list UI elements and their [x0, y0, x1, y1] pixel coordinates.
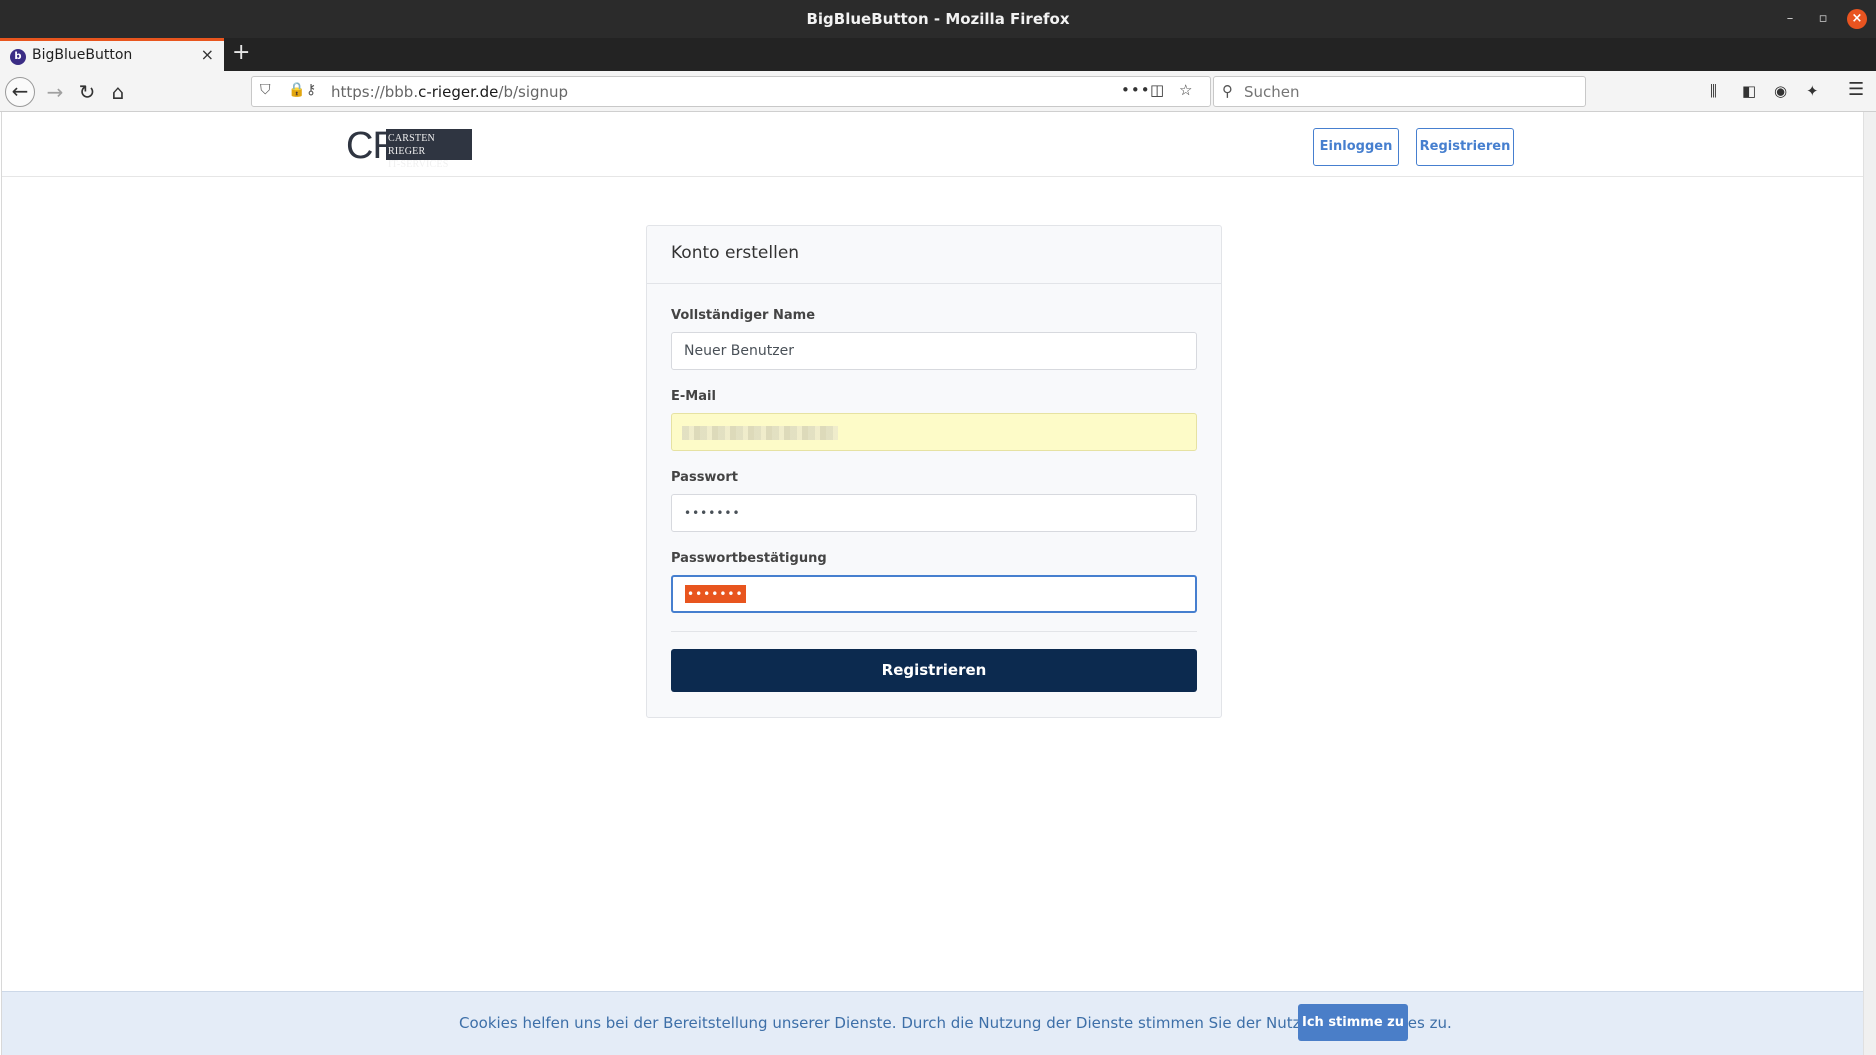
signup-header-button[interactable]: Registrieren — [1416, 128, 1514, 166]
register-submit-button[interactable]: Registrieren — [671, 649, 1197, 692]
page-actions-more-icon[interactable]: ••• — [1121, 81, 1151, 99]
email-label: E-Mail — [671, 389, 716, 404]
bookmark-star-icon[interactable]: ☆ — [1179, 81, 1192, 99]
url-bar[interactable]: ⛉ 🔒 ⚷ https://bbb.c-rieger.de/b/signup •… — [251, 76, 1211, 107]
search-input[interactable] — [1244, 80, 1574, 104]
hamburger-menu-icon[interactable]: ☰ — [1848, 79, 1864, 100]
selected-password-text: ••••••• — [685, 585, 746, 603]
tab-title: BigBlueButton — [32, 47, 133, 63]
extension-icon[interactable]: ✦ — [1806, 82, 1819, 100]
url-text[interactable]: https://bbb.c-rieger.de/b/signup — [331, 83, 568, 101]
signup-card: Konto erstellen Vollständiger Name Neuer… — [646, 225, 1222, 718]
bigbluebutton-favicon-icon: b — [10, 49, 26, 65]
redacted-email-value — [682, 426, 838, 440]
key-icon[interactable]: ⚷ — [306, 82, 316, 98]
close-window-icon[interactable]: × — [1847, 9, 1867, 29]
account-icon[interactable]: ◉ — [1774, 82, 1787, 100]
card-header: Konto erstellen — [647, 226, 1221, 284]
cookie-banner: Cookies helfen uns bei der Bereitstellun… — [2, 991, 1864, 1055]
pocket-icon[interactable]: ◫ — [1150, 81, 1164, 99]
lock-icon[interactable]: 🔒 — [288, 82, 305, 98]
minimize-icon[interactable]: – — [1780, 9, 1800, 29]
page-scrollbar[interactable] — [1863, 112, 1876, 1055]
restore-icon[interactable]: ▫ — [1813, 9, 1833, 29]
form-divider — [671, 631, 1197, 632]
search-bar[interactable]: ⚲ — [1213, 76, 1586, 107]
reload-icon[interactable]: ↻ — [72, 77, 102, 107]
close-tab-icon[interactable]: × — [201, 45, 214, 64]
window-title: BigBlueButton - Mozilla Firefox — [806, 10, 1070, 28]
cookie-accept-button[interactable]: Ich stimme zu — [1298, 1004, 1408, 1041]
sidebar-icon[interactable]: ◧ — [1742, 82, 1756, 100]
tracking-protection-icon[interactable]: ⛉ — [260, 82, 271, 98]
back-icon[interactable]: ← — [5, 77, 35, 107]
site-header: CR Carsten Rieger It-Services Einloggen … — [2, 112, 1864, 177]
card-title: Konto erstellen — [671, 243, 800, 263]
tab-bigbluebutton[interactable]: b BigBlueButton × — [0, 38, 224, 71]
password-confirm-field[interactable]: ••••••• — [671, 575, 1197, 613]
search-icon: ⚲ — [1222, 82, 1233, 100]
tab-strip: b BigBlueButton × + — [0, 38, 1876, 71]
new-tab-icon[interactable]: + — [232, 40, 250, 66]
password-label: Passwort — [671, 470, 738, 485]
email-field[interactable] — [671, 413, 1197, 451]
name-field[interactable]: Neuer Benutzer — [671, 332, 1197, 370]
home-icon[interactable]: ⌂ — [103, 77, 133, 107]
password-field[interactable]: ••••••• — [671, 494, 1197, 532]
forward-icon[interactable]: → — [40, 77, 70, 107]
name-label: Vollständiger Name — [671, 308, 816, 323]
password-confirm-label: Passwortbestätigung — [671, 551, 827, 566]
page-content: CR Carsten Rieger It-Services Einloggen … — [1, 112, 1864, 1055]
login-button[interactable]: Einloggen — [1313, 128, 1399, 166]
window-titlebar: BigBlueButton - Mozilla Firefox – ▫ × — [0, 0, 1876, 38]
logo-box: Carsten Rieger It-Services — [386, 129, 472, 170]
navigation-toolbar: ← → ↻ ⌂ ⛉ 🔒 ⚷ https://bbb.c-rieger.de/b/… — [0, 71, 1876, 112]
library-icon[interactable]: ⫼ — [1710, 82, 1717, 100]
